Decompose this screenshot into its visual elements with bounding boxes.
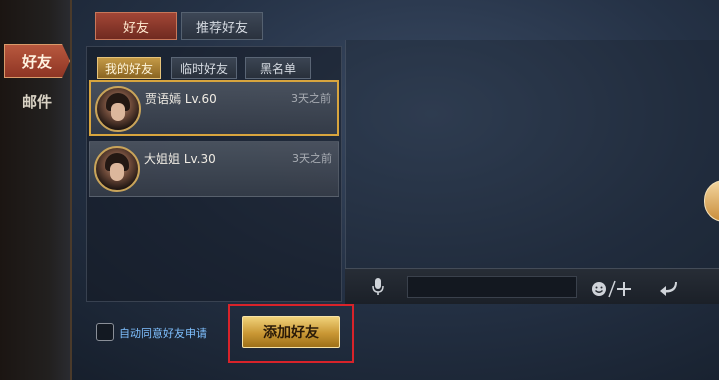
friend-last-seen: 3天之前 (292, 152, 332, 165)
avatar-face (110, 163, 124, 181)
subtab-my-friends-label: 我的好友 (104, 61, 153, 76)
avatar-face (111, 103, 125, 121)
auto-accept-checkbox[interactable] (96, 323, 114, 341)
add-friend-button-label: 添加好友 (263, 325, 319, 341)
tab-friends-label: 好友 (122, 20, 149, 36)
microphone-icon[interactable] (370, 277, 386, 297)
friend-row[interactable]: 贾语嫣 Lv.60 3天之前 (89, 80, 339, 136)
tab-friends[interactable]: 好友 (95, 12, 177, 40)
auto-accept-label[interactable]: 自动同意好友申请 (119, 325, 207, 341)
friend-last-seen: 3天之前 (291, 92, 331, 105)
send-icon[interactable] (657, 278, 679, 298)
rail-tab-friends[interactable]: 好友 (4, 44, 70, 78)
rail-tab-mail-label: 邮件 (21, 92, 52, 111)
subtab-blacklist-label: 黑名单 (259, 61, 296, 76)
add-friend-button[interactable]: 添加好友 (242, 316, 340, 348)
left-navigation-rail: 好友 邮件 (0, 0, 72, 380)
emoji-icon[interactable] (590, 280, 608, 298)
avatar (94, 146, 140, 192)
subtab-blacklist[interactable]: 黑名单 (245, 57, 311, 79)
rail-tab-mail[interactable]: 邮件 (4, 84, 70, 118)
plus-icon[interactable] (616, 280, 632, 298)
chat-message-area (345, 40, 719, 268)
friend-row[interactable]: 大姐姐 Lv.30 3天之前 (89, 141, 339, 197)
subtab-temporary-friends-label: 临时好友 (179, 61, 228, 76)
friend-name: 大姐姐 Lv.30 (144, 152, 216, 166)
friend-name: 贾语嫣 Lv.60 (145, 92, 217, 106)
tab-recommended-friends-label: 推荐好友 (195, 20, 248, 36)
subtab-temporary-friends[interactable]: 临时好友 (171, 57, 237, 79)
avatar (95, 86, 141, 132)
subtab-my-friends[interactable]: 我的好友 (97, 57, 161, 79)
chat-text-input[interactable] (407, 276, 577, 298)
rail-tab-friends-label: 好友 (21, 52, 52, 71)
tab-recommended-friends[interactable]: 推荐好友 (181, 12, 263, 40)
